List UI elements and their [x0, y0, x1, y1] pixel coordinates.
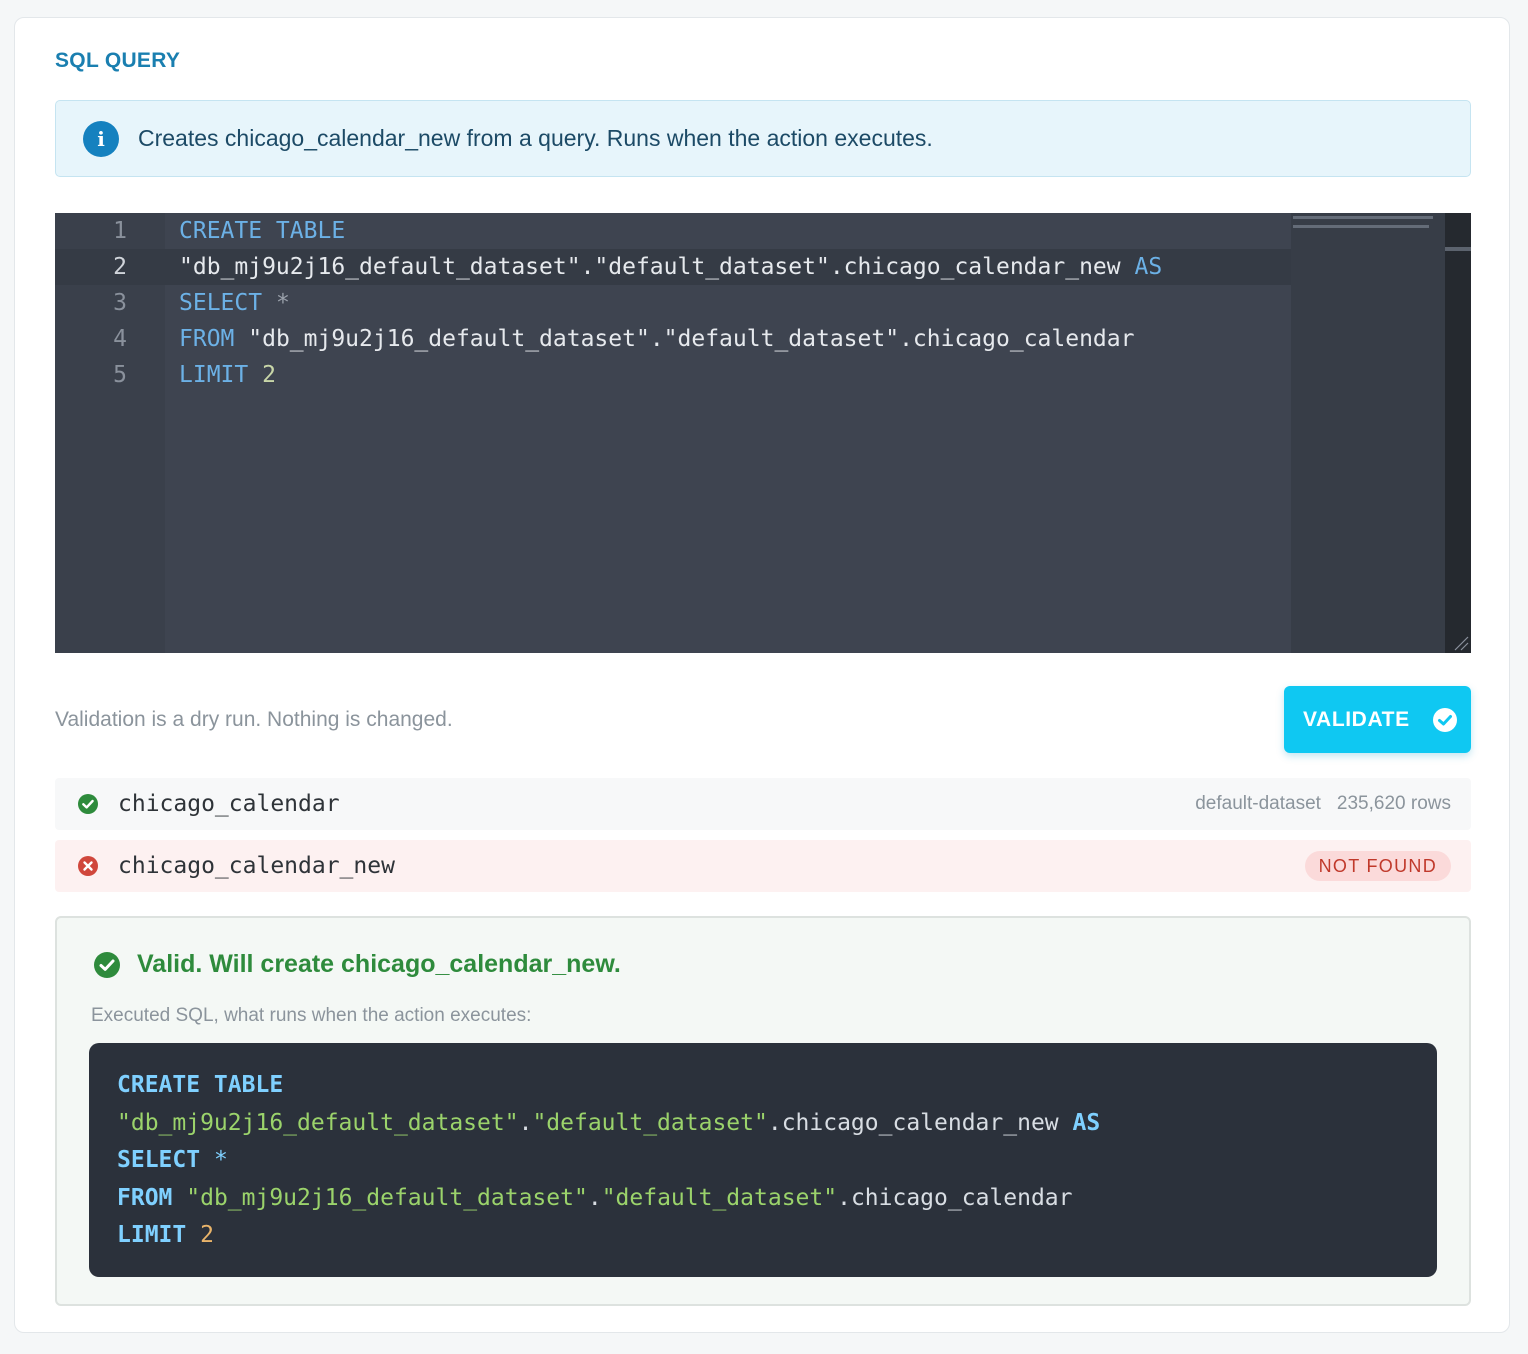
sql-query-card: SQL QUERY i Creates chicago_calendar_new…	[14, 17, 1510, 1333]
result-title: Valid. Will create chicago_calendar_new.	[137, 950, 621, 978]
status-badge: NOT FOUND	[1304, 851, 1451, 881]
code-line: LIMIT 2	[117, 1222, 214, 1248]
table-row-count: 235,620 rows	[1336, 793, 1451, 814]
check-circle-icon	[78, 794, 98, 814]
line-code[interactable]: FROM "db_mj9u2j16_default_dataset"."defa…	[179, 321, 1134, 357]
line-code[interactable]: "db_mj9u2j16_default_dataset"."default_d…	[179, 249, 1162, 285]
line-number: 2	[113, 254, 127, 280]
validation-hint: Validation is a dry run. Nothing is chan…	[55, 708, 453, 731]
code-line: FROM "db_mj9u2j16_default_dataset"."defa…	[117, 1184, 1073, 1211]
editor-line[interactable]: 1 CREATE TABLE	[55, 213, 1291, 249]
editor-scroll-thumb[interactable]	[1445, 247, 1471, 251]
table-name: chicago_calendar	[118, 791, 340, 817]
result-subtitle: Executed SQL, what runs when the action …	[91, 1005, 532, 1026]
table-dataset: default-dataset	[1195, 793, 1321, 814]
editor-line[interactable]: 2 "db_mj9u2j16_default_dataset"."default_…	[55, 249, 1291, 285]
editor-scrollbar[interactable]	[1445, 213, 1471, 653]
editor-line[interactable]: 5 LIMIT 2	[55, 357, 1291, 393]
executed-sql-block: CREATE TABLE "db_mj9u2j16_default_dataset…	[89, 1043, 1437, 1277]
sql-editor[interactable]: 1 CREATE TABLE 2 "db_mj9u2j16_default_datas…	[55, 213, 1471, 653]
table-name: chicago_calendar_new	[118, 853, 395, 879]
code-line: CREATE TABLE	[117, 1072, 284, 1098]
table-meta: default-dataset 235,620 rows	[1195, 793, 1451, 815]
validation-result: Valid. Will create chicago_calendar_new.…	[55, 916, 1471, 1306]
section-title: SQL QUERY	[55, 49, 181, 72]
result-header: Valid. Will create chicago_calendar_new.	[93, 950, 621, 979]
table-row: chicago_calendar default-dataset 235,620 …	[55, 778, 1471, 830]
check-circle-icon	[94, 951, 120, 978]
editor-line[interactable]: 4 FROM "db_mj9u2j16_default_dataset"."def…	[55, 321, 1291, 357]
table-row: chicago_calendar_new NOT FOUND	[55, 840, 1471, 892]
error-circle-icon	[78, 856, 98, 876]
code-line: SELECT *	[117, 1147, 228, 1173]
line-number: 4	[113, 326, 127, 352]
line-number: 1	[113, 218, 127, 244]
validate-button[interactable]: VALIDATE	[1284, 686, 1471, 753]
info-banner: i Creates chicago_calendar_new from a qu…	[55, 100, 1471, 177]
line-code[interactable]: LIMIT 2	[179, 357, 276, 393]
editor-line[interactable]: 3 SELECT *	[55, 285, 1291, 321]
info-icon: i	[83, 120, 119, 157]
line-number: 5	[113, 362, 127, 388]
code-line: "db_mj9u2j16_default_dataset"."default_d…	[117, 1109, 1101, 1136]
editor-minimap[interactable]	[1291, 213, 1445, 653]
line-code[interactable]: CREATE TABLE	[179, 213, 345, 249]
validate-button-label: VALIDATE	[1303, 707, 1410, 731]
line-number: 3	[113, 290, 127, 316]
info-text: Creates chicago_calendar_new from a quer…	[138, 125, 933, 151]
resize-grip-icon[interactable]	[1451, 633, 1469, 651]
line-code[interactable]: SELECT *	[179, 285, 290, 321]
check-circle-icon	[1432, 707, 1457, 732]
